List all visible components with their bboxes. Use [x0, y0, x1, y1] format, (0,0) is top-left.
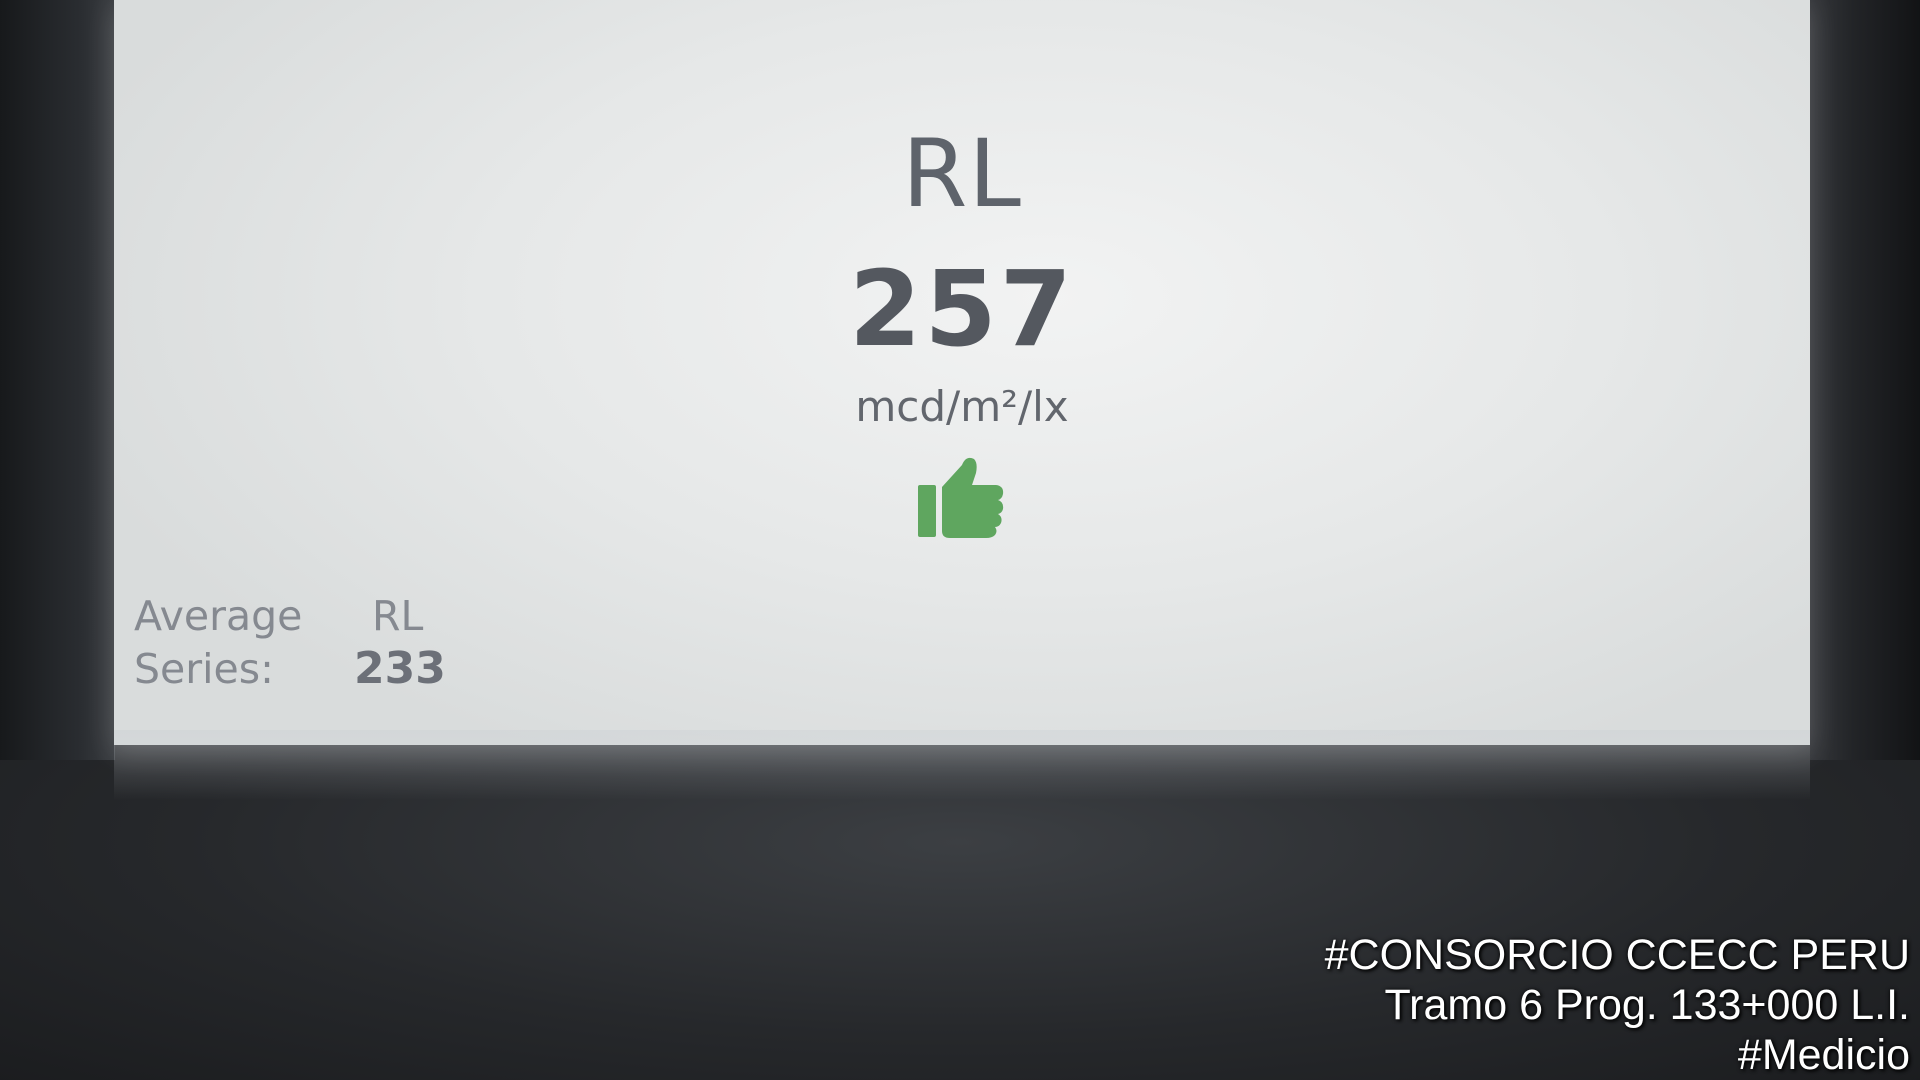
watermark-line-location: Tramo 6 Prog. 133+000 L.I.	[1384, 981, 1910, 1029]
watermark-line-tag: #Medicio	[1737, 1031, 1910, 1079]
average-label: Average	[134, 592, 303, 640]
device-bezel-left	[0, 0, 115, 760]
series-label: Series:	[134, 645, 274, 693]
photo-frame: RL 257 mcd/m²/lx Average Series: RL 233 …	[0, 0, 1920, 1080]
average-value: 233	[354, 643, 446, 694]
photo-watermark: #CONSORCIO CCECC PERU Tramo 6 Prog. 133+…	[1325, 930, 1910, 1080]
watermark-line-company: #CONSORCIO CCECC PERU	[1324, 931, 1910, 979]
thumbs-up-icon	[918, 457, 1004, 538]
device-bezel-right	[1810, 0, 1920, 760]
screen-glow	[114, 730, 1810, 800]
measurement-unit: mcd/m²/lx	[855, 382, 1069, 431]
parameter-title: RL	[902, 120, 1022, 229]
device-screen: RL 257 mcd/m²/lx Average Series: RL 233	[114, 0, 1810, 745]
measurement-value: 257	[848, 248, 1076, 370]
average-parameter: RL	[372, 592, 424, 640]
